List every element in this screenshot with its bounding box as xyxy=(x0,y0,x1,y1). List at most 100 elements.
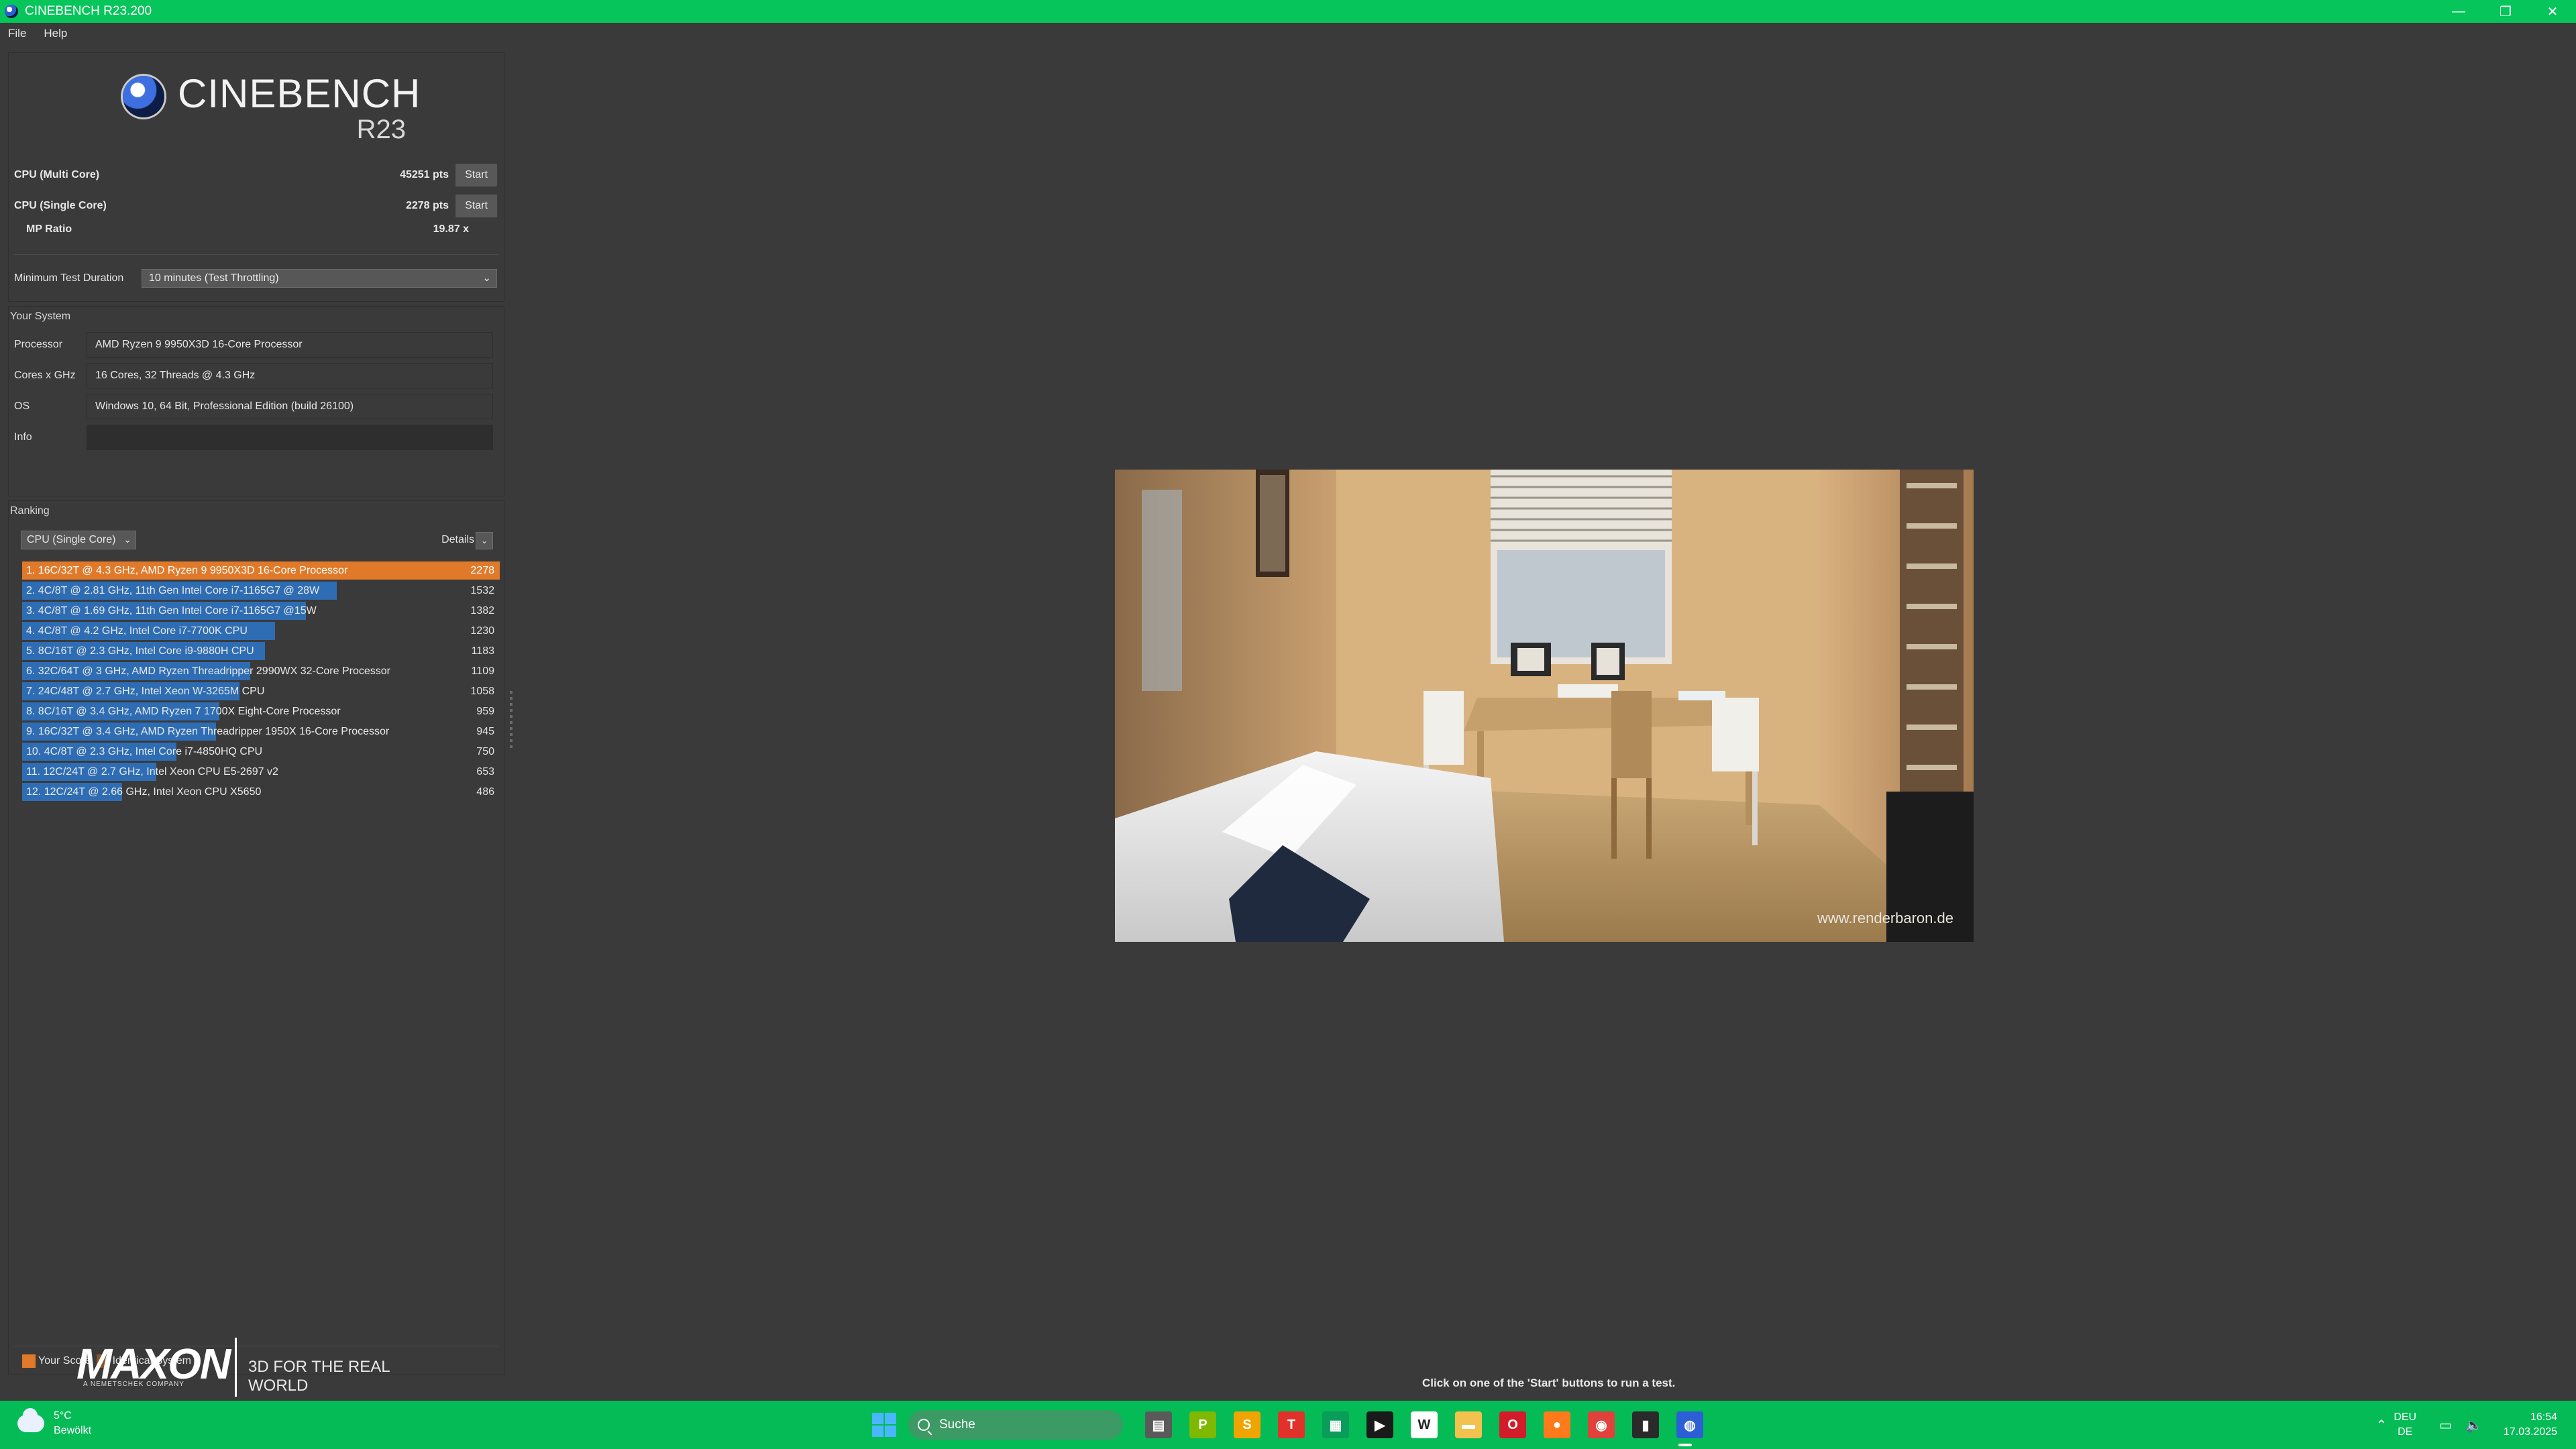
ranking-item-label: 9. 16C/32T @ 3.4 GHz, AMD Ryzen Threadri… xyxy=(26,726,390,737)
lang-top: DEU xyxy=(2394,1411,2417,1423)
ranking-item[interactable]: 4. 4C/8T @ 4.2 GHz, Intel Core i7-7700K … xyxy=(22,622,500,640)
single-core-score: 2278 pts xyxy=(405,200,449,211)
ranking-item-label: 8. 8C/16T @ 3.4 GHz, AMD Ryzen 7 1700X E… xyxy=(26,706,341,717)
multi-core-label: CPU (Multi Core) xyxy=(14,169,100,180)
ranking-item-score: 1532 xyxy=(470,585,494,596)
ranking-item[interactable]: 2. 4C/8T @ 2.81 GHz, 11th Gen Intel Core… xyxy=(22,582,500,600)
firefox-icon[interactable]: ● xyxy=(1544,1411,1570,1438)
maxon-logo: MAXON A NEMETSCHEK COMPANY 3D FOR THE RE… xyxy=(76,1335,452,1399)
ranking-item[interactable]: 6. 32C/64T @ 3 GHz, AMD Ryzen Threadripp… xyxy=(22,662,500,680)
logo-name: CINEBENCH xyxy=(178,71,421,116)
restore-button[interactable]: ❐ xyxy=(2482,0,2529,23)
details-label[interactable]: Details xyxy=(441,534,474,546)
duration-select[interactable]: 10 minutes (Test Throttling) ⌄ xyxy=(142,269,497,288)
store-icon[interactable]: ▦ xyxy=(1322,1411,1349,1438)
weather-temp: 5°C xyxy=(54,1410,72,1421)
terminal-icon[interactable]: ▮ xyxy=(1632,1411,1659,1438)
your-system-title: Your System xyxy=(10,311,71,322)
chrome-icon[interactable]: ◉ xyxy=(1588,1411,1615,1438)
window-controls: — ❐ ✕ xyxy=(2435,0,2576,23)
file-explorer-icon[interactable]: ▤ xyxy=(1145,1411,1172,1438)
ranking-item[interactable]: 7. 24C/48T @ 2.7 GHz, Intel Xeon W-3265M… xyxy=(22,682,500,700)
os-row: OS Windows 10, 64 Bit, Professional Edit… xyxy=(14,394,498,421)
logo-version: R23 xyxy=(356,115,406,144)
mp-ratio-label: MP Ratio xyxy=(26,223,72,235)
taskbar-search[interactable]: Suche xyxy=(908,1410,1123,1440)
ranking-item-label: 7. 24C/48T @ 2.7 GHz, Intel Xeon W-3265M… xyxy=(26,686,265,697)
processor-field: AMD Ryzen 9 9950X3D 16-Core Processor xyxy=(87,332,493,358)
panel-resize-handle[interactable] xyxy=(510,691,513,751)
clock[interactable]: 16:54 17.03.2025 xyxy=(2504,1410,2557,1440)
menu-help[interactable]: Help xyxy=(44,27,67,40)
windows-start-icon[interactable] xyxy=(872,1413,896,1437)
ranking-item-score: 1230 xyxy=(470,625,494,637)
logo-divider xyxy=(235,1338,237,1397)
ranking-item-score: 1058 xyxy=(470,686,494,697)
maxon-tagline: 3D FOR THE REAL WORLD xyxy=(248,1358,390,1395)
ranking-item-label: 2. 4C/8T @ 2.81 GHz, 11th Gen Intel Core… xyxy=(26,585,320,596)
your-score-swatch xyxy=(22,1354,36,1368)
volume-icon[interactable]: 🔈 xyxy=(2465,1417,2482,1434)
ranking-item-score: 1382 xyxy=(470,605,494,616)
ranking-item-score: 2278 xyxy=(470,565,494,576)
ranking-item-label: 3. 4C/8T @ 1.69 GHz, 11th Gen Intel Core… xyxy=(26,605,317,616)
details-toggle-button[interactable]: ⌄ xyxy=(476,532,493,549)
benchmark-box: CINEBENCH R23 CPU (Multi Core) 45251 pts… xyxy=(8,52,504,302)
ranking-controls: CPU (Single Core) ⌄ Details ⌄ xyxy=(14,531,498,549)
menu-file[interactable]: File xyxy=(8,27,26,40)
cinebench-app-icon xyxy=(5,5,18,18)
duration-selected: 10 minutes (Test Throttling) xyxy=(149,272,279,284)
language-indicator[interactable]: DEU DE xyxy=(2394,1410,2416,1440)
cores-key: Cores x GHz xyxy=(14,370,76,381)
multi-core-row: CPU (Multi Core) 45251 pts Start xyxy=(14,163,497,187)
ranking-item-score: 750 xyxy=(476,746,494,757)
cinebench-logo: CINEBENCH R23 xyxy=(117,70,420,144)
single-core-start-button[interactable]: Start xyxy=(455,195,497,217)
ranking-item[interactable]: 11. 12C/24T @ 2.7 GHz, Intel Xeon CPU E5… xyxy=(22,763,500,781)
lang-bottom: DE xyxy=(2398,1426,2413,1438)
clock-date: 17.03.2025 xyxy=(2503,1426,2557,1438)
render-scene-image: www.renderbaron.de xyxy=(1115,470,1974,942)
cinebench-sphere-icon xyxy=(123,76,164,117)
minimize-button[interactable]: — xyxy=(2435,0,2482,23)
youtube-icon[interactable]: ▶ xyxy=(1366,1411,1393,1438)
ranking-item[interactable]: 8. 8C/16T @ 3.4 GHz, AMD Ryzen 7 1700X E… xyxy=(22,702,500,720)
ranking-item-score: 1183 xyxy=(471,645,494,657)
weather-widget[interactable]: 5°C Bewölkt xyxy=(17,1408,92,1438)
ranking-item-label: 5. 8C/16T @ 2.3 GHz, Intel Core i9-9880H… xyxy=(26,645,254,657)
cores-row: Cores x GHz 16 Cores, 32 Threads @ 4.3 G… xyxy=(14,363,498,390)
close-button[interactable]: ✕ xyxy=(2529,0,2576,23)
os-field: Windows 10, 64 Bit, Professional Edition… xyxy=(87,394,493,419)
render-watermark: www.renderbaron.de xyxy=(1817,910,1953,926)
cloud-icon xyxy=(17,1408,44,1432)
folder-icon[interactable]: ▬ xyxy=(1455,1411,1482,1438)
cores-field: 16 Cores, 32 Threads @ 4.3 GHz xyxy=(87,363,493,388)
single-core-row: CPU (Single Core) 2278 pts Start xyxy=(14,194,497,218)
chevron-down-icon: ⌄ xyxy=(482,272,491,284)
s-app-icon[interactable]: S xyxy=(1234,1411,1260,1438)
w-app-icon[interactable]: W xyxy=(1411,1411,1438,1438)
processor-row: Processor AMD Ryzen 9 9950X3D 16-Core Pr… xyxy=(14,332,498,359)
p-app-icon[interactable]: P xyxy=(1189,1411,1216,1438)
info-field[interactable] xyxy=(87,425,493,450)
ranking-item[interactable]: 3. 4C/8T @ 1.69 GHz, 11th Gen Intel Core… xyxy=(22,602,500,620)
chevron-up-icon[interactable]: ⌃ xyxy=(2376,1417,2387,1434)
ranking-item-label: 4. 4C/8T @ 4.2 GHz, Intel Core i7-7700K … xyxy=(26,625,248,637)
network-icon[interactable]: ▭ xyxy=(2439,1417,2452,1434)
ranking-item[interactable]: 9. 16C/32T @ 3.4 GHz, AMD Ryzen Threadri… xyxy=(22,722,500,741)
os-key: OS xyxy=(14,400,30,412)
ranking-item[interactable]: 5. 8C/16T @ 2.3 GHz, Intel Core i9-9880H… xyxy=(22,642,500,660)
ranking-item[interactable]: 1. 16C/32T @ 4.3 GHz, AMD Ryzen 9 9950X3… xyxy=(22,561,500,580)
t-app-icon[interactable]: T xyxy=(1278,1411,1305,1438)
ranking-category-select[interactable]: CPU (Single Core) ⌄ xyxy=(21,531,136,549)
cinebench-icon[interactable]: ◍ xyxy=(1676,1411,1703,1438)
weather-desc: Bewölkt xyxy=(54,1425,92,1436)
title-bar: CINEBENCH R23.200 — ❐ ✕ xyxy=(0,0,2576,23)
ranking-item[interactable]: 10. 4C/8T @ 2.3 GHz, Intel Core i7-4850H… xyxy=(22,743,500,761)
ranking-item[interactable]: 12. 12C/24T @ 2.66 GHz, Intel Xeon CPU X… xyxy=(22,783,500,801)
left-panel: CINEBENCH R23 CPU (Multi Core) 45251 pts… xyxy=(0,46,510,1375)
opera-icon[interactable]: O xyxy=(1499,1411,1526,1438)
multi-core-start-button[interactable]: Start xyxy=(455,164,497,186)
search-icon xyxy=(918,1419,930,1431)
mp-ratio-row: MP Ratio 19.87 x xyxy=(26,219,469,239)
